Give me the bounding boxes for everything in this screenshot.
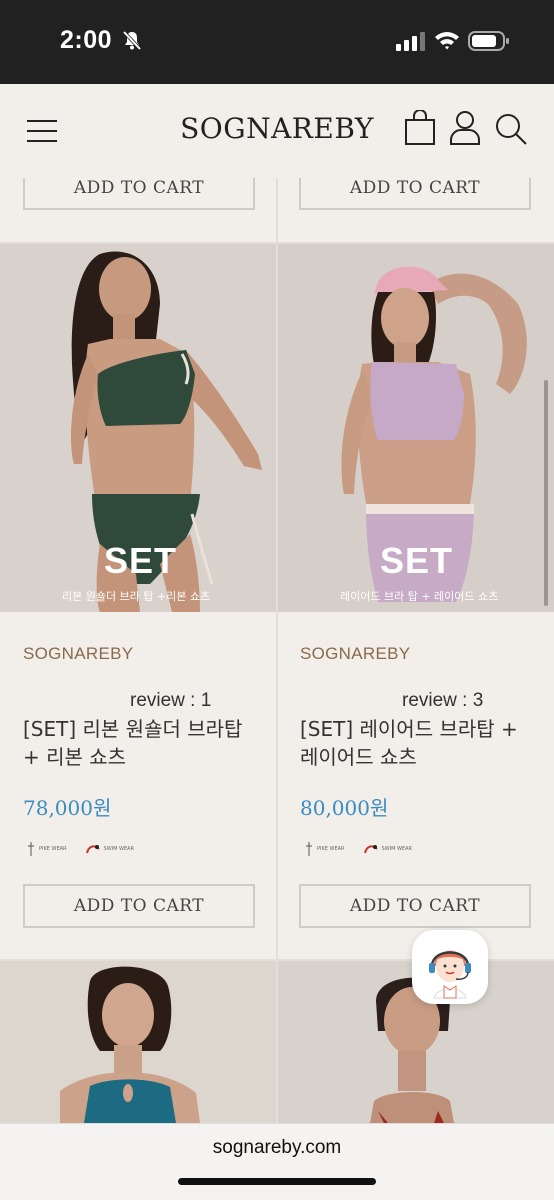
add-to-cart-button[interactable]: ADD TO CART xyxy=(23,178,255,210)
pike-wear-logo-icon xyxy=(28,842,34,856)
swim-wear-logo-icon xyxy=(363,845,378,854)
badge-label: SWIM WEAR xyxy=(381,846,413,852)
review-count[interactable]: review : 3 xyxy=(402,690,483,712)
set-overlay-subtitle: 리본 원숄더 브라 탑 +리본 쇼츠 xyxy=(62,590,211,603)
badge-label: PIKE WEAR xyxy=(39,846,67,852)
user-account-icon[interactable] xyxy=(449,110,481,146)
pike-wear-logo-icon xyxy=(306,842,312,856)
add-to-cart-button[interactable]: ADD TO CART xyxy=(23,884,255,928)
wifi-icon xyxy=(435,32,459,50)
badge-swim-wear: SWIM WEAR xyxy=(85,843,135,855)
product-price: 80,000원 xyxy=(300,796,389,820)
badge-swim-wear: SWIM WEAR xyxy=(363,843,413,855)
set-overlay-title: SET xyxy=(104,540,178,581)
customer-support-chat-button[interactable] xyxy=(412,930,488,1004)
product-image[interactable] xyxy=(0,961,276,1123)
status-time: 2:00 xyxy=(60,26,113,54)
badge-label: SWIM WEAR xyxy=(103,846,135,852)
model-photo-teal-swimsuit xyxy=(0,961,276,1123)
product-badges: PIKE WEAR SWIM WEAR xyxy=(304,842,412,856)
silent-bell-icon xyxy=(122,30,142,51)
browser-url[interactable]: sognareby.com xyxy=(0,1137,554,1159)
product-image[interactable]: SET 리본 원숄더 브라 탑 +리본 쇼츠 xyxy=(0,244,276,612)
swim-wear-logo-icon xyxy=(85,845,100,854)
badge-pike-wear: PIKE WEAR xyxy=(304,842,345,856)
add-to-cart-button[interactable]: ADD TO CART xyxy=(299,884,531,928)
set-overlay-title: SET xyxy=(380,540,454,581)
add-to-cart-button[interactable]: ADD TO CART xyxy=(299,178,531,210)
status-bar: 2:00 xyxy=(0,0,554,84)
set-overlay-subtitle: 레이어드 브라 탑 + 레이어드 쇼츠 xyxy=(340,590,499,603)
product-brand: SOGNAREBY xyxy=(23,644,134,663)
browser-address-bar[interactable] xyxy=(0,1123,554,1200)
product-image[interactable]: SET 레이어드 브라 탑 + 레이어드 쇼츠 xyxy=(278,244,554,612)
battery-icon xyxy=(468,31,509,51)
cellular-signal-icon xyxy=(396,32,425,51)
product-price: 78,000원 xyxy=(23,796,112,820)
support-agent-icon xyxy=(429,950,471,999)
product-badges: PIKE WEAR SWIM WEAR xyxy=(26,842,134,856)
search-icon[interactable] xyxy=(494,112,528,146)
shopping-bag-icon[interactable] xyxy=(404,110,436,146)
product-name[interactable]: [SET] 리본 원숄더 브라탑 + 리본 쇼츠 xyxy=(23,715,263,771)
product-brand: SOGNAREBY xyxy=(300,644,411,663)
review-count[interactable]: review : 1 xyxy=(130,690,211,712)
scrollbar-thumb[interactable] xyxy=(544,380,548,606)
product-name[interactable]: [SET] 레이어드 브라탑 + 레이어드 쇼츠 xyxy=(300,715,540,771)
home-indicator[interactable] xyxy=(178,1178,376,1185)
badge-label: PIKE WEAR xyxy=(317,846,345,852)
badge-pike-wear: PIKE WEAR xyxy=(26,842,67,856)
